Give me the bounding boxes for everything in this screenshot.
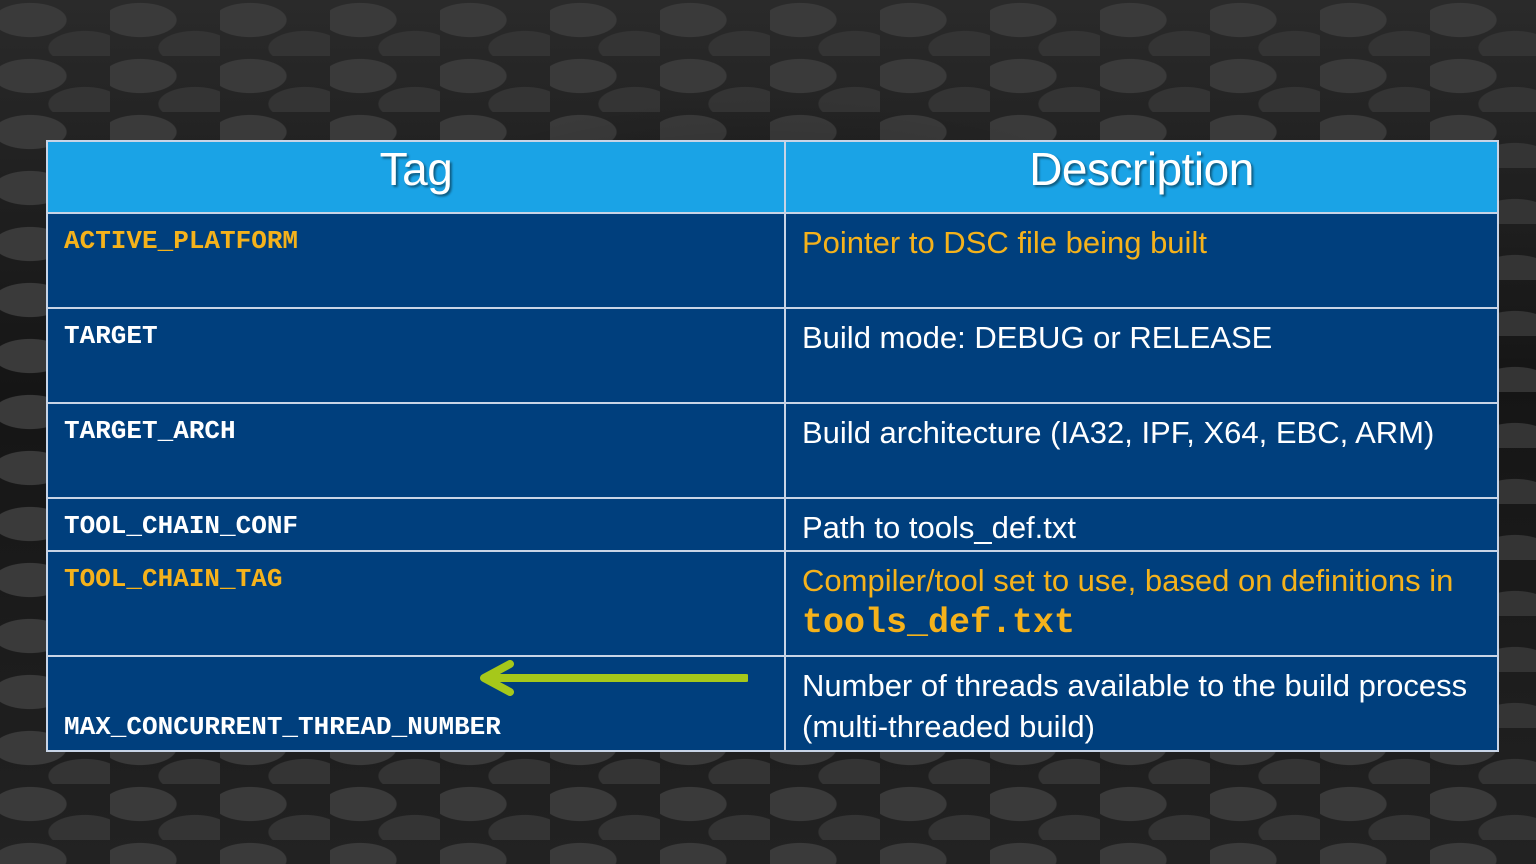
table-row: MAX_CONCURRENT_THREAD_NUMBER Number of t… [46,655,1499,752]
table-row: TOOL_CHAIN_TAG Compiler/tool set to use,… [46,550,1499,657]
tag-cell: ACTIVE_PLATFORM [46,212,786,309]
table-row: TARGET_ARCH Build architecture (IA32, IP… [46,402,1499,499]
description-cell: Path to tools_def.txt [784,497,1499,552]
header-description: Description [784,140,1499,214]
tag-cell: TOOL_CHAIN_TAG [46,550,786,657]
tag-cell: TARGET_ARCH [46,402,786,499]
code-filename: tools_def.txt [802,603,1076,643]
build-tags-table: Tag Description ACTIVE_PLATFORM Pointer … [46,140,1499,752]
description-cell: Build mode: DEBUG or RELEASE [784,307,1499,404]
table-row: TARGET Build mode: DEBUG or RELEASE [46,307,1499,404]
tag-cell: TOOL_CHAIN_CONF [46,497,786,552]
description-cell: Number of threads available to the build… [784,655,1499,752]
description-cell: Compiler/tool set to use, based on defin… [784,550,1499,657]
description-cell: Pointer to DSC file being built [784,212,1499,309]
table-row: TOOL_CHAIN_CONF Path to tools_def.txt [46,497,1499,552]
left-arrow-icon [480,660,748,696]
header-tag: Tag [46,140,786,214]
description-cell: Build architecture (IA32, IPF, X64, EBC,… [784,402,1499,499]
tag-cell: TARGET [46,307,786,404]
table-header-row: Tag Description [46,140,1499,214]
description-text: Compiler/tool set to use, based on defin… [802,563,1454,598]
table-row: ACTIVE_PLATFORM Pointer to DSC file bein… [46,212,1499,309]
